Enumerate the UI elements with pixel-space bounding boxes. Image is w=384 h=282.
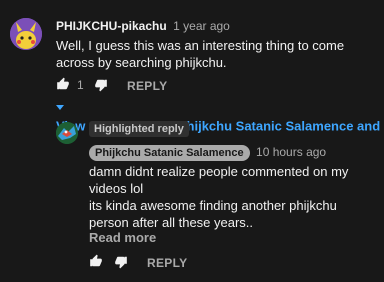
- reply-dislike-button[interactable]: [114, 255, 128, 269]
- thumb-down-icon: [114, 255, 128, 269]
- comment-timestamp[interactable]: 1 year ago: [173, 19, 230, 33]
- reply-reply-button[interactable]: REPLY: [147, 256, 187, 270]
- reply-text-line-1: damn didnt realize people commented on m…: [89, 164, 349, 179]
- caret-down-icon: [56, 104, 64, 111]
- comment-text-line-2: across by searching phijkchu.: [56, 55, 227, 70]
- reply-text-line-4: person after all these years..: [89, 215, 254, 230]
- like-count: 1: [77, 78, 84, 92]
- thumb-down-icon: [94, 78, 108, 92]
- reply-timestamp[interactable]: 10 hours ago: [256, 145, 326, 159]
- reply-text-line-3: its kinda awesome finding another phijkc…: [89, 198, 337, 213]
- highlighted-reply-badge: Highlighted reply: [89, 121, 189, 137]
- thumb-up-icon: [89, 254, 103, 268]
- dislike-button[interactable]: [94, 78, 108, 92]
- read-more-link[interactable]: Read more: [89, 230, 156, 245]
- reply-like-button[interactable]: [89, 254, 103, 268]
- comment-author[interactable]: PHIJKCHU-pikachu: [56, 19, 167, 33]
- reply-text-line-2: videos lol: [89, 181, 144, 196]
- reply-author-chip[interactable]: Phijkchu Satanic Salamence: [89, 145, 250, 161]
- reply-header: Phijkchu Satanic Salamence 10 hours ago: [89, 143, 326, 161]
- like-button[interactable]: [56, 77, 70, 91]
- comment-text-line-1: Well, I guess this was an interesting th…: [56, 38, 345, 53]
- commenter-avatar[interactable]: [10, 18, 42, 50]
- thumb-up-icon: [56, 77, 70, 91]
- comment-header: PHIJKCHU-pikachu 1 year ago: [56, 17, 230, 35]
- reply-avatar[interactable]: [56, 122, 78, 144]
- reply-button[interactable]: REPLY: [127, 79, 167, 93]
